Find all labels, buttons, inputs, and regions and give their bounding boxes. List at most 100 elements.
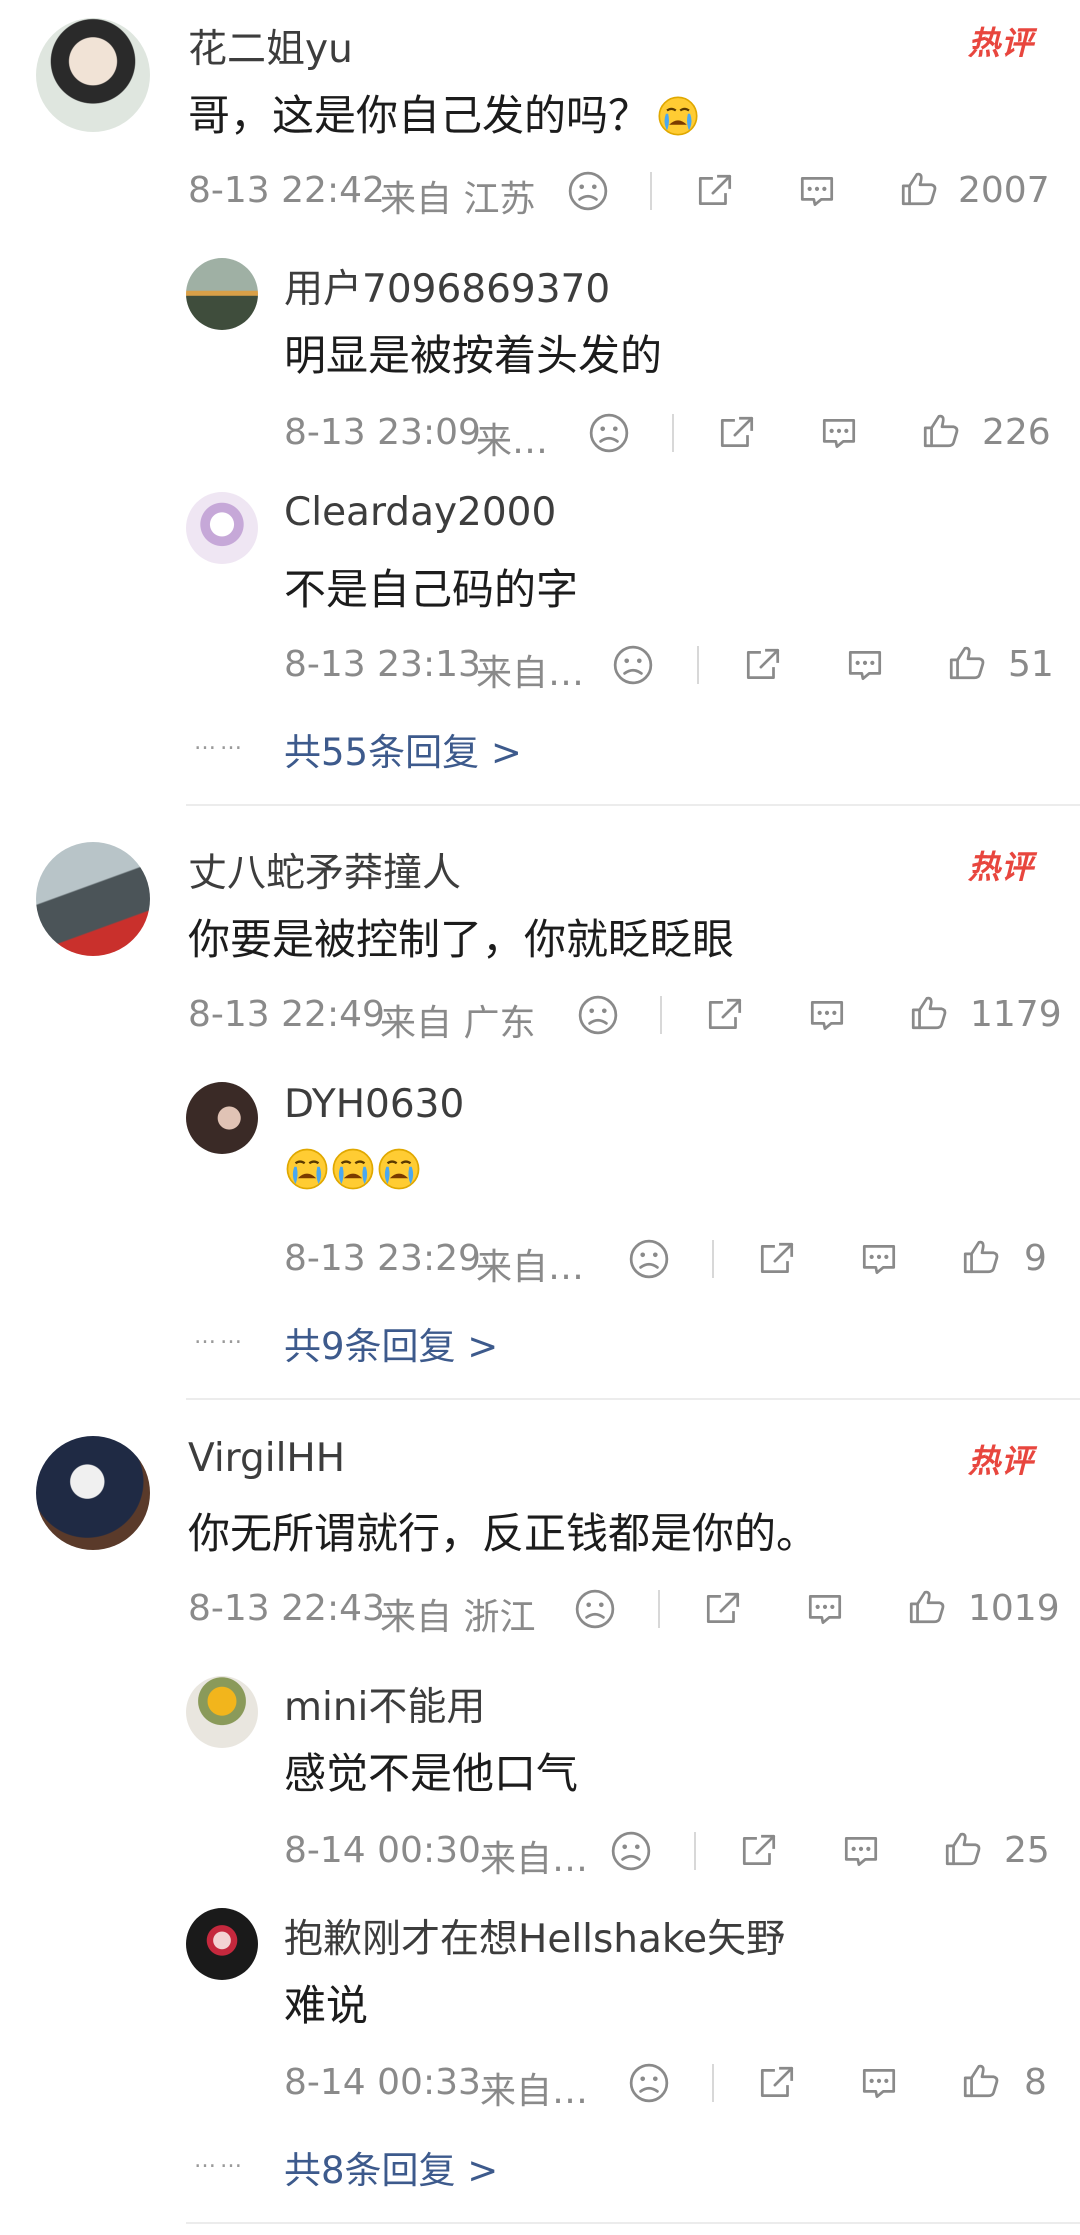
reply-time: 8-14 00:30 [284,1830,481,1871]
share-icon[interactable] [756,2062,798,2104]
divider [650,172,652,210]
share-icon[interactable] [704,994,746,1036]
reply-author[interactable]: mini不能用 [284,1676,485,1732]
share-icon[interactable] [694,170,736,212]
reply-text: 感觉不是他口气 [284,1749,579,1798]
dislike-frown-icon[interactable] [612,644,654,686]
reply-location: 来自… [476,1247,585,1288]
like-count: 9 [1024,1238,1047,1279]
more-dots: …… [194,1324,246,1349]
like-count: 51 [1008,644,1054,685]
reply-text: 不是自己码的字 [284,565,579,614]
reply-comment-icon[interactable] [858,2062,900,2104]
reply-comment-icon[interactable] [844,644,886,686]
avatar[interactable] [36,18,150,132]
hot-comment-badge: 热评 [967,24,1034,62]
comment-author[interactable]: 丈八蛇矛莽撞人 [188,842,461,898]
avatar[interactable] [186,1676,258,1748]
comment-location: 来自 浙江 [380,1597,536,1638]
reply-author[interactable]: 用户7096869370 [284,258,610,314]
avatar[interactable] [36,842,150,956]
share-icon[interactable] [756,1238,798,1280]
reply-time: 8-14 00:33 [284,2062,481,2103]
share-icon[interactable] [716,412,758,454]
dislike-frown-icon[interactable] [588,412,630,454]
comment-author[interactable]: 花二姐yu [188,18,353,74]
like-count: 25 [1004,1830,1050,1871]
reply-comment-icon[interactable] [804,1588,846,1630]
share-icon[interactable] [702,1588,744,1630]
divider [712,1240,714,1278]
reply-location: 来自… [480,1839,589,1880]
share-icon[interactable] [742,644,784,686]
divider [660,996,662,1034]
divider [697,646,699,684]
reply-location: 来自… [480,2071,589,2112]
comment-author[interactable]: VirgilHH [188,1436,345,1481]
like-icon[interactable] [906,1586,948,1628]
reply-time: 8-13 23:29 [284,1238,481,1279]
view-more-replies-link[interactable]: 共55条回复 > [284,722,522,776]
section-divider [186,2222,1080,2224]
comment-text: 你无所谓就行，反正钱都是你的。 [188,1509,819,1558]
reply-author[interactable]: 抱歉刚才在想Hellshake矢野 [284,1908,785,1964]
reply-comment-icon[interactable] [858,1238,900,1280]
crying-emoji-icon [284,1146,330,1192]
hot-comment-badge: 热评 [967,1442,1034,1480]
like-icon[interactable] [946,642,988,684]
dislike-frown-icon[interactable] [574,1588,616,1630]
avatar[interactable] [36,1436,150,1550]
view-more-replies-link[interactable]: 共9条回复 > [284,1316,498,1370]
divider [712,2064,714,2102]
crying-emoji-icon [376,1146,422,1192]
more-dots: …… [194,730,246,755]
reply-time: 8-13 23:09 [284,412,481,453]
comment-time: 8-13 22:43 [188,1588,385,1629]
avatar[interactable] [186,1908,258,1980]
avatar[interactable] [186,492,258,564]
like-icon[interactable] [942,1828,984,1870]
comment-time: 8-13 22:49 [188,994,385,1035]
reply-comment-icon[interactable] [806,994,848,1036]
like-icon[interactable] [960,1236,1002,1278]
like-icon[interactable] [908,992,950,1034]
hot-comment-badge: 热评 [967,848,1034,886]
reply-location: 来… [476,421,549,462]
dislike-frown-icon[interactable] [628,2062,670,2104]
reply-comment-icon[interactable] [796,170,838,212]
section-divider [186,804,1080,806]
reply-author[interactable]: Clearday2000 [284,490,556,535]
avatar[interactable] [186,258,258,330]
view-more-replies-link[interactable]: 共8条回复 > [284,2140,498,2194]
share-icon[interactable] [738,1830,780,1872]
reply-comment-icon[interactable] [840,1830,882,1872]
divider [672,414,674,452]
comment-text-content: 哥，这是你自己发的吗？ [188,91,651,140]
like-icon[interactable] [920,410,962,452]
reply-text [284,1146,422,1202]
avatar[interactable] [186,1082,258,1154]
like-icon[interactable] [898,168,940,210]
like-icon[interactable] [960,2060,1002,2102]
reply-comment-icon[interactable] [818,412,860,454]
comment-text: 你要是被控制了，你就眨眨眼 [188,915,735,964]
comment-time: 8-13 22:42 [188,170,385,211]
comment-location: 来自 江苏 [380,179,536,220]
divider [694,1832,696,1870]
section-divider [186,1398,1080,1400]
divider [658,1590,660,1628]
comment-text: 哥，这是你自己发的吗？ [188,82,700,143]
like-count: 1179 [970,994,1062,1035]
dislike-frown-icon[interactable] [567,170,609,212]
reply-author[interactable]: DYH0630 [284,1082,464,1127]
reply-location: 来自… [476,653,585,694]
comment-location: 来自 广东 [380,1003,536,1044]
dislike-frown-icon[interactable] [577,994,619,1036]
dislike-frown-icon[interactable] [610,1830,652,1872]
reply-text: 明显是被按着头发的 [284,331,663,380]
like-count: 1019 [968,1588,1060,1629]
more-dots: …… [194,2148,246,2173]
like-count: 226 [982,412,1051,453]
like-count: 2007 [958,170,1050,211]
dislike-frown-icon[interactable] [628,1238,670,1280]
